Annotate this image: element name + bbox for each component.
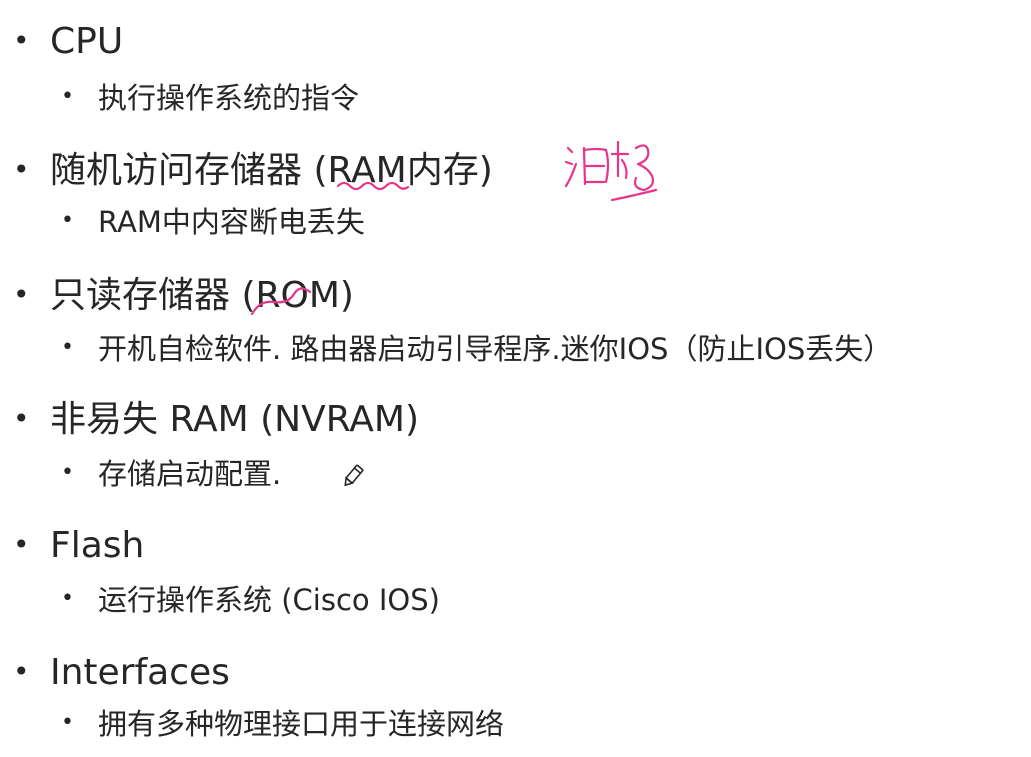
bullet-title: Interfaces [50, 652, 230, 693]
sub-bullet-text: 运行操作系统 (Cisco IOS) [98, 583, 440, 617]
handwritten-scribble-1 [564, 146, 578, 188]
bullet-marker: • [13, 153, 30, 186]
sub-bullet-text: 开机自检软件. 路由器启动引导程序.迷你IOS（防止IOS丢失） [98, 332, 893, 366]
slide: • CPU • 执行操作系统的指令 • 随机访问存储器 (RAM内存) • RA… [0, 0, 1031, 757]
sub-bullet-marker: • [61, 84, 74, 109]
sub-bullet-marker: • [61, 208, 74, 233]
sub-bullet-marker: • [61, 586, 74, 611]
bullet-marker: • [13, 278, 30, 311]
bullet-title: CPU [50, 21, 124, 62]
handwritten-underline [610, 188, 658, 202]
sub-bullet-text: RAM中内容断电丢失 [98, 205, 365, 239]
bullet-title: 非易失 RAM (NVRAM) [50, 399, 420, 440]
bullet-marker: • [13, 528, 30, 561]
sub-bullet-marker: • [61, 460, 74, 485]
sub-bullet-marker: • [61, 335, 74, 360]
bullet-marker: • [13, 24, 30, 57]
sub-bullet-text: 拥有多种物理接口用于连接网络 [98, 707, 505, 741]
handwritten-scribble-2 [582, 146, 610, 186]
pencil-icon [344, 464, 364, 487]
handwritten-scribble-3 [610, 140, 655, 192]
sub-bullet-text: 存储启动配置. [98, 457, 282, 491]
bullet-marker: • [13, 655, 30, 688]
bullet-title: 只读存储器 (ROM) [50, 275, 354, 316]
sub-bullet-marker: • [61, 710, 74, 735]
bullet-title: 随机访问存储器 (RAM内存) [50, 150, 493, 191]
sub-bullet-text: 执行操作系统的指令 [98, 81, 360, 115]
bullet-title: Flash [50, 525, 145, 566]
bullet-marker: • [13, 402, 30, 435]
